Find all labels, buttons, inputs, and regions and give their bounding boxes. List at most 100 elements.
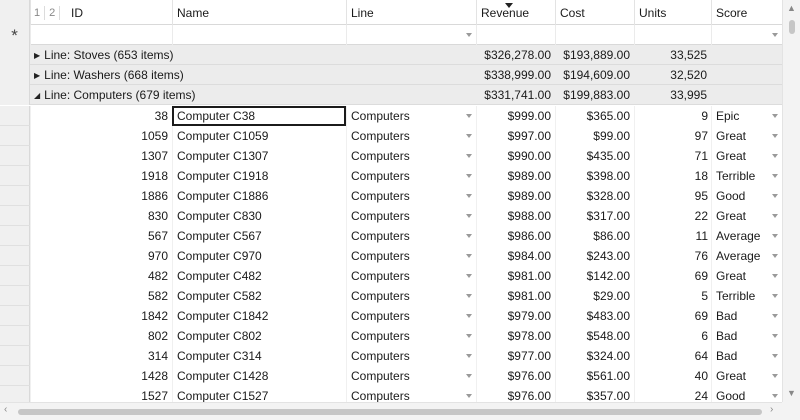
- group-label[interactable]: ◢ Line: Computers (679 items): [30, 85, 476, 105]
- cell-line[interactable]: Computers: [346, 126, 476, 146]
- cell-score[interactable]: Great: [711, 206, 782, 226]
- table-row[interactable]: 1428 Computer C1428 Computers $976.00 $561.0…: [0, 366, 782, 386]
- chevron-down-icon[interactable]: [772, 214, 778, 218]
- group-row[interactable]: ▶ Line: Washers (668 items) $338,999.00 $19…: [0, 65, 782, 85]
- chevron-down-icon[interactable]: [466, 194, 472, 198]
- cell-line[interactable]: Computers: [346, 206, 476, 226]
- vertical-scroll-thumb[interactable]: [789, 20, 795, 34]
- chevron-down-icon[interactable]: [772, 334, 778, 338]
- cell-revenue[interactable]: $999.00: [476, 106, 555, 126]
- row-selector[interactable]: [0, 206, 30, 226]
- cell-score[interactable]: Average: [711, 226, 782, 246]
- cell-units[interactable]: 40: [634, 366, 711, 386]
- cell-score[interactable]: Good: [711, 186, 782, 206]
- column-header-line[interactable]: Line: [346, 0, 476, 25]
- cell-cost[interactable]: $328.00: [555, 186, 634, 206]
- cell-units[interactable]: 18: [634, 166, 711, 186]
- scroll-down-icon[interactable]: ▼: [787, 388, 796, 398]
- cell-line[interactable]: Computers: [346, 106, 476, 126]
- cell-id[interactable]: 1428: [30, 366, 172, 386]
- cell-id[interactable]: 314: [30, 346, 172, 366]
- cell-revenue[interactable]: $981.00: [476, 286, 555, 306]
- row-selector[interactable]: [0, 45, 30, 65]
- scroll-left-icon[interactable]: ‹: [4, 404, 7, 415]
- row-selector[interactable]: [0, 65, 30, 85]
- cell-name[interactable]: Computer C1918: [172, 166, 346, 186]
- cell-score[interactable]: Bad: [711, 326, 782, 346]
- chevron-down-icon[interactable]: [772, 33, 778, 37]
- cell-revenue[interactable]: $997.00: [476, 126, 555, 146]
- collapse-triangle-icon[interactable]: ◢: [34, 86, 40, 105]
- filter-revenue[interactable]: [476, 25, 555, 45]
- cell-line[interactable]: Computers: [346, 186, 476, 206]
- row-selector[interactable]: [0, 346, 30, 366]
- group-label[interactable]: ▶ Line: Washers (668 items): [30, 65, 476, 85]
- cell-name[interactable]: Computer C38: [172, 106, 346, 126]
- chevron-down-icon[interactable]: [466, 354, 472, 358]
- cell-name[interactable]: Computer C970: [172, 246, 346, 266]
- chevron-down-icon[interactable]: [772, 134, 778, 138]
- cell-line[interactable]: Computers: [346, 366, 476, 386]
- cell-units[interactable]: 69: [634, 306, 711, 326]
- cell-score[interactable]: Terrible: [711, 286, 782, 306]
- chevron-down-icon[interactable]: [772, 394, 778, 398]
- row-selector[interactable]: [0, 226, 30, 246]
- table-row[interactable]: 802 Computer C802 Computers $978.00 $548.00 6…: [0, 326, 782, 346]
- chevron-down-icon[interactable]: [466, 234, 472, 238]
- cell-units[interactable]: 69: [634, 266, 711, 286]
- cell-score[interactable]: Great: [711, 366, 782, 386]
- cell-cost[interactable]: $435.00: [555, 146, 634, 166]
- cell-name[interactable]: Computer C1059: [172, 126, 346, 146]
- table-row[interactable]: 582 Computer C582 Computers $981.00 $29.00 5 T…: [0, 286, 782, 306]
- horizontal-scroll-thumb[interactable]: [18, 409, 762, 415]
- cell-revenue[interactable]: $989.00: [476, 186, 555, 206]
- cell-revenue[interactable]: $977.00: [476, 346, 555, 366]
- chevron-down-icon[interactable]: [466, 214, 472, 218]
- row-selector[interactable]: [0, 126, 30, 146]
- row-selector[interactable]: [0, 146, 30, 166]
- chevron-down-icon[interactable]: [772, 154, 778, 158]
- cell-revenue[interactable]: $989.00: [476, 166, 555, 186]
- row-selector[interactable]: [0, 266, 30, 286]
- cell-cost[interactable]: $29.00: [555, 286, 634, 306]
- cell-units[interactable]: 64: [634, 346, 711, 366]
- chevron-down-icon[interactable]: [466, 174, 472, 178]
- chevron-down-icon[interactable]: [772, 174, 778, 178]
- chevron-down-icon[interactable]: [466, 314, 472, 318]
- cell-units[interactable]: 71: [634, 146, 711, 166]
- row-selector[interactable]: [0, 85, 30, 105]
- cell-name[interactable]: Computer C802: [172, 326, 346, 346]
- expand-triangle-icon[interactable]: ▶: [34, 46, 40, 65]
- row-selector[interactable]: [0, 326, 30, 346]
- cell-line[interactable]: Computers: [346, 346, 476, 366]
- cell-name[interactable]: Computer C567: [172, 226, 346, 246]
- cell-units[interactable]: 76: [634, 246, 711, 266]
- cell-line[interactable]: Computers: [346, 326, 476, 346]
- column-header-id[interactable]: ID: [30, 0, 172, 25]
- cell-units[interactable]: 95: [634, 186, 711, 206]
- cell-name[interactable]: Computer C482: [172, 266, 346, 286]
- row-selector[interactable]: [0, 166, 30, 186]
- cell-score[interactable]: Great: [711, 266, 782, 286]
- cell-score[interactable]: Bad: [711, 306, 782, 326]
- cell-name[interactable]: Computer C1428: [172, 366, 346, 386]
- cell-units[interactable]: 5: [634, 286, 711, 306]
- chevron-down-icon[interactable]: [466, 254, 472, 258]
- cell-revenue[interactable]: $979.00: [476, 306, 555, 326]
- chevron-down-icon[interactable]: [466, 154, 472, 158]
- cell-line[interactable]: Computers: [346, 286, 476, 306]
- cell-id[interactable]: 482: [30, 266, 172, 286]
- cell-units[interactable]: 97: [634, 126, 711, 146]
- column-header-revenue[interactable]: Revenue: [476, 0, 555, 25]
- table-row[interactable]: 482 Computer C482 Computers $981.00 $142.00 6…: [0, 266, 782, 286]
- cell-revenue[interactable]: $990.00: [476, 146, 555, 166]
- scroll-up-icon[interactable]: ▲: [787, 3, 796, 13]
- table-row[interactable]: 567 Computer C567 Computers $986.00 $86.00 11…: [0, 226, 782, 246]
- cell-cost[interactable]: $99.00: [555, 126, 634, 146]
- cell-name[interactable]: Computer C830: [172, 206, 346, 226]
- filter-score[interactable]: [711, 25, 782, 45]
- chevron-down-icon[interactable]: [772, 114, 778, 118]
- cell-line[interactable]: Computers: [346, 246, 476, 266]
- cell-units[interactable]: 9: [634, 106, 711, 126]
- cell-id[interactable]: 1059: [30, 126, 172, 146]
